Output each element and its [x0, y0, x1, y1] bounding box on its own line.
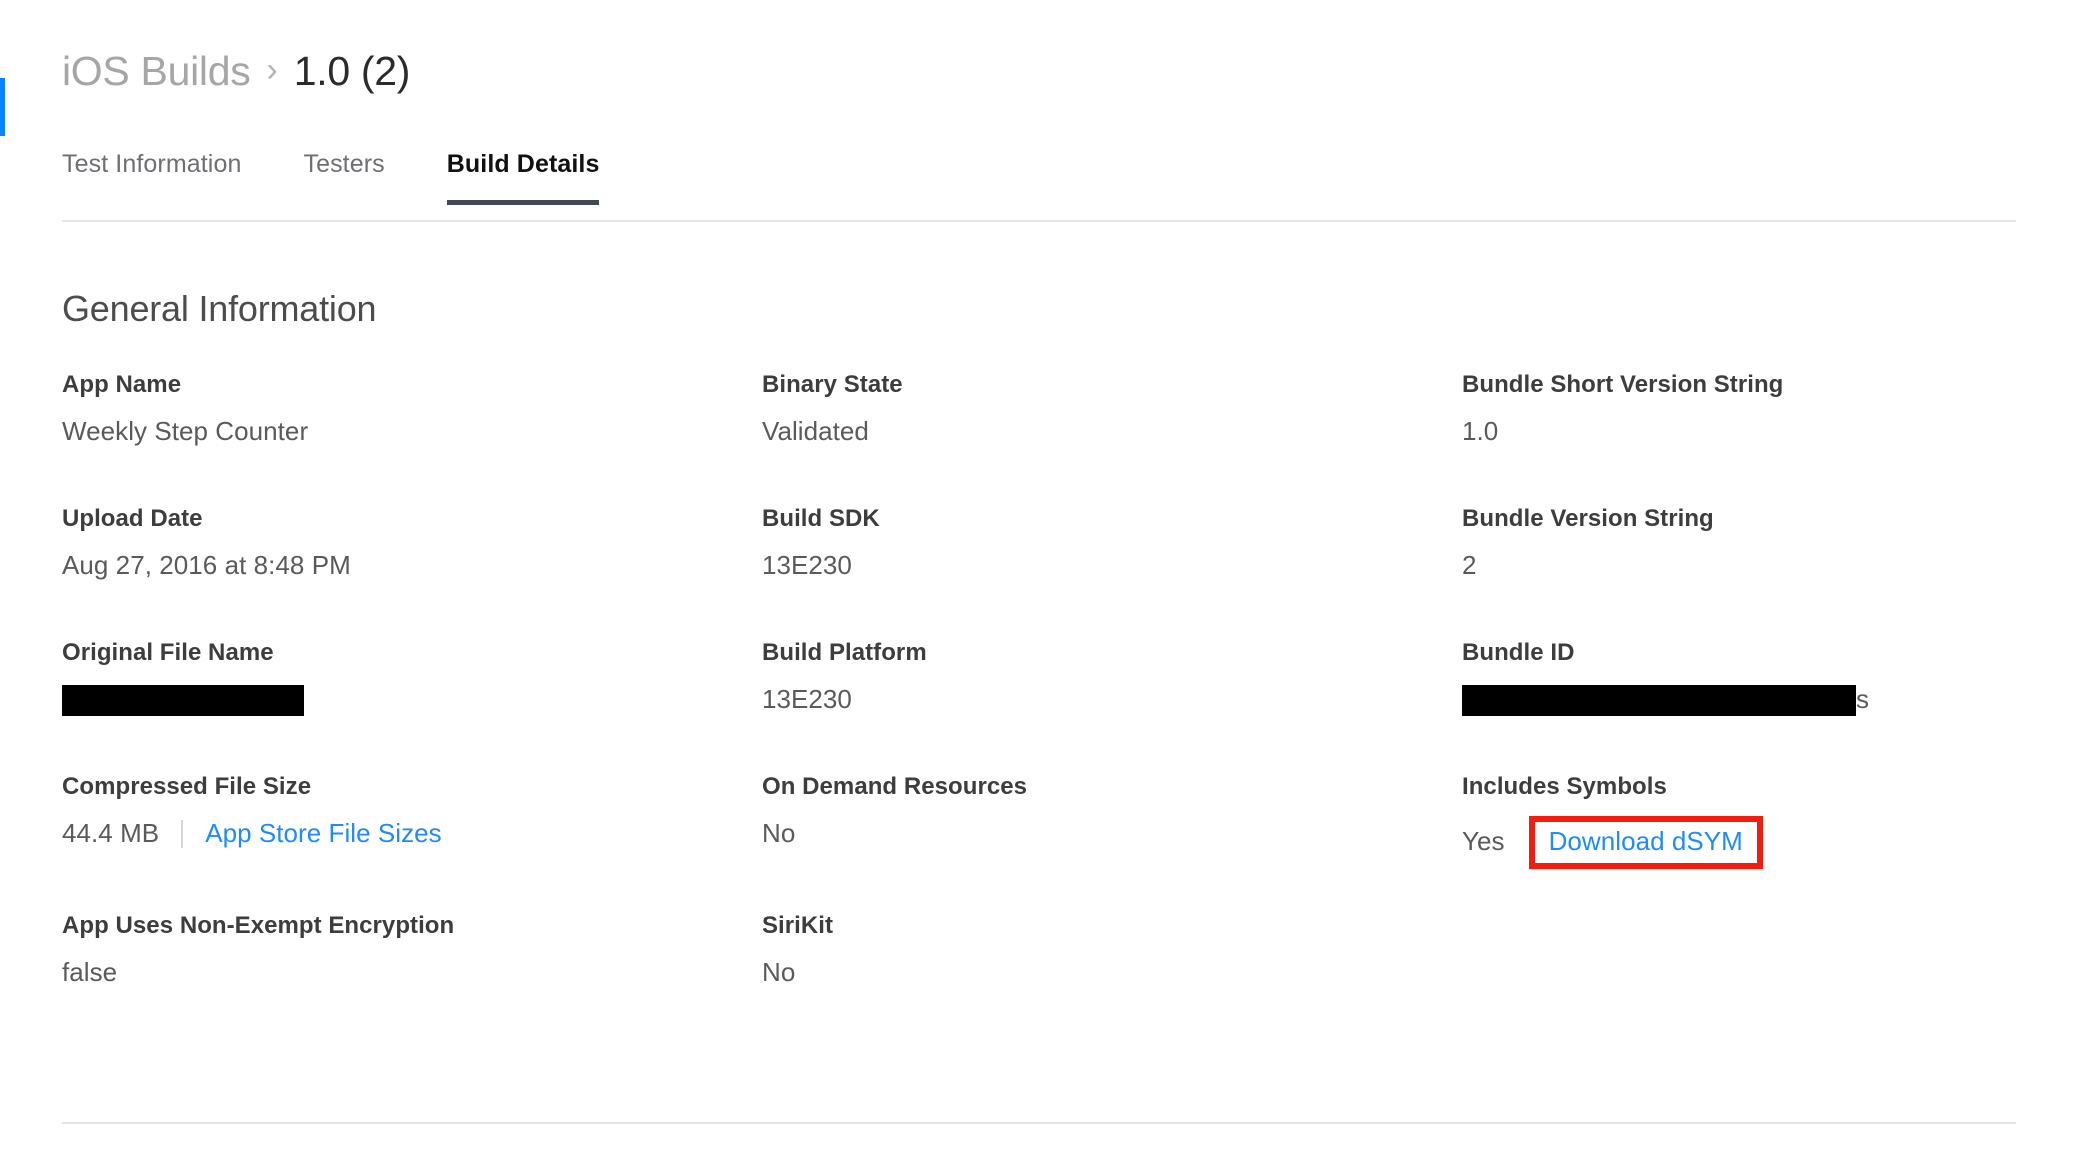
tab-bar-divider — [62, 220, 2016, 222]
field-value: 13E230 — [762, 550, 852, 581]
field-empty — [1462, 911, 2078, 1003]
field-label: Bundle Short Version String — [1462, 371, 1784, 398]
redaction-bar-original-file-name — [62, 684, 304, 716]
field-label: On Demand Resources — [762, 773, 1028, 800]
field-bundle-short-version-string: Bundle Short Version String 1.0 — [1462, 370, 2078, 462]
annotation-highlight-box: Download dSYM — [1528, 816, 1763, 869]
field-compressed-file-size: Compressed File Size 44.4 MB App Store F… — [62, 772, 762, 869]
redaction-bar-bundle-id — [1462, 684, 1856, 716]
page-title: 1.0 (2) — [293, 48, 411, 94]
field-value: Yes Download dSYM — [1462, 816, 2078, 869]
build-details-page: iOS Builds › 1.0 (2) Test Information Te… — [0, 0, 2078, 1162]
field-binary-state: Binary State Validated — [762, 370, 1462, 462]
field-build-platform: Build Platform 13E230 — [762, 638, 1462, 730]
tab-build-details[interactable]: Build Details — [446, 150, 600, 205]
field-value: Weekly Step Counter — [62, 416, 309, 447]
field-app-name: App Name Weekly Step Counter — [62, 370, 762, 462]
compressed-file-size-value: 44.4 MB — [62, 818, 160, 849]
field-value: Aug 27, 2016 at 8:48 PM — [62, 550, 351, 581]
field-label: Compressed File Size — [62, 773, 312, 800]
field-label: Includes Symbols — [1462, 773, 1667, 800]
field-row: App Name Weekly Step Counter Binary Stat… — [62, 370, 2016, 462]
general-information-grid: App Name Weekly Step Counter Binary Stat… — [62, 370, 2016, 1003]
tab-test-information[interactable]: Test Information — [62, 150, 241, 205]
field-label: App Uses Non-Exempt Encryption — [62, 911, 455, 939]
field-value: 44.4 MB App Store File Sizes — [62, 816, 762, 852]
field-value: 2 — [1462, 550, 1477, 581]
field-bundle-id: Bundle ID s — [1462, 638, 2078, 730]
field-value: No — [762, 956, 796, 987]
section-bottom-divider — [62, 1122, 2016, 1124]
field-value — [62, 682, 762, 718]
field-label: Binary State — [762, 371, 903, 398]
download-dsym-link[interactable]: Download dSYM — [1549, 826, 1743, 856]
field-label: Original File Name — [62, 639, 274, 666]
value-divider — [181, 820, 184, 848]
field-includes-symbols: Includes Symbols Yes Download dSYM — [1462, 772, 2078, 869]
field-value: No — [762, 818, 796, 849]
left-accent-bar — [0, 78, 5, 136]
field-label: Upload Date — [62, 505, 203, 532]
field-label: SiriKit — [762, 911, 834, 939]
field-original-file-name: Original File Name — [62, 638, 762, 730]
section-title-general-information: General Information — [62, 288, 377, 329]
app-store-file-sizes-link[interactable]: App Store File Sizes — [205, 817, 442, 851]
tab-bar: Test Information Testers Build Details — [62, 150, 2016, 222]
breadcrumb: iOS Builds › 1.0 (2) — [62, 48, 410, 95]
field-row: App Uses Non-Exempt Encryption false Sir… — [62, 911, 2016, 1003]
page-content: iOS Builds › 1.0 (2) Test Information Te… — [62, 0, 2078, 1162]
chevron-right-icon: › — [266, 50, 278, 89]
field-on-demand-resources: On Demand Resources No — [762, 772, 1462, 869]
field-label: Build Platform — [762, 639, 927, 666]
field-non-exempt-encryption: App Uses Non-Exempt Encryption false — [62, 911, 762, 1003]
field-label: Bundle ID — [1462, 639, 1575, 666]
field-label: Build SDK — [762, 505, 880, 532]
field-upload-date: Upload Date Aug 27, 2016 at 8:48 PM — [62, 504, 762, 596]
field-row: Original File Name Build Platform 13E230… — [62, 638, 2016, 730]
field-value: s — [1462, 682, 2078, 718]
field-value: 13E230 — [762, 684, 852, 715]
field-bundle-version-string: Bundle Version String 2 — [1462, 504, 2078, 596]
field-value: Validated — [762, 416, 869, 447]
bundle-id-visible-tail: s — [1856, 684, 1870, 715]
field-row: Upload Date Aug 27, 2016 at 8:48 PM Buil… — [62, 504, 2016, 596]
includes-symbols-value: Yes — [1462, 826, 1505, 857]
tab-testers[interactable]: Testers — [303, 150, 384, 205]
field-sirikit: SiriKit No — [762, 911, 1462, 1003]
field-row: Compressed File Size 44.4 MB App Store F… — [62, 772, 2016, 869]
field-label: Bundle Version String — [1462, 505, 1714, 532]
field-label: App Name — [62, 371, 182, 398]
breadcrumb-parent-link[interactable]: iOS Builds — [62, 48, 251, 95]
field-value: false — [62, 956, 118, 987]
field-value: 1.0 — [1462, 416, 1499, 447]
field-build-sdk: Build SDK 13E230 — [762, 504, 1462, 596]
